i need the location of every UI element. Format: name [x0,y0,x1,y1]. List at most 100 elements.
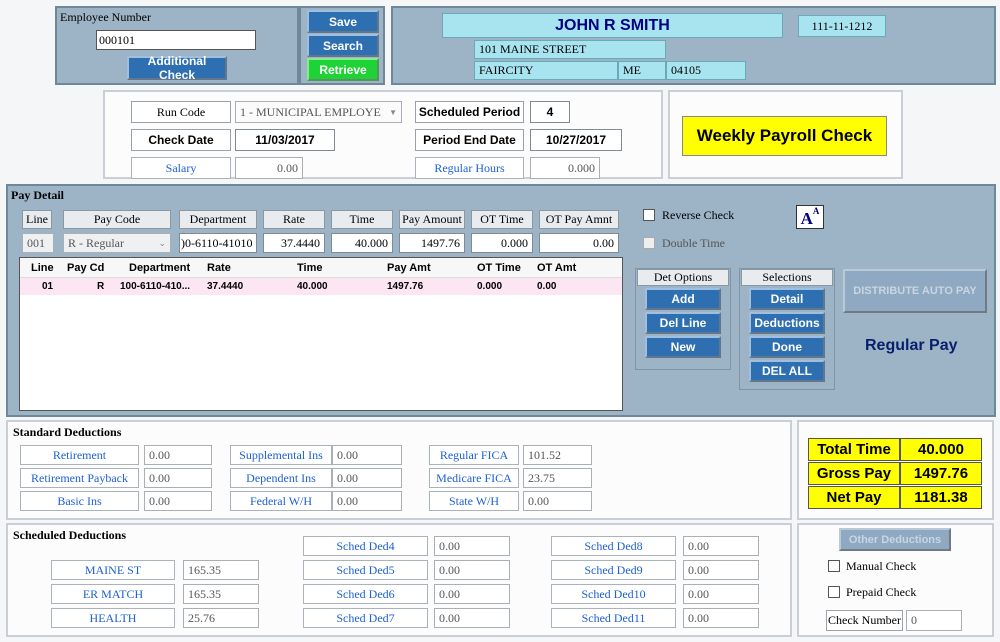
salary-value[interactable]: 0.00 [235,157,303,179]
employee-number-label: Employee Number [60,10,151,24]
prepaid-check-label: Prepaid Check [846,585,917,599]
selections-title: Selections [741,269,833,286]
chevron-down-icon: ▼ [389,107,397,117]
distribute-auto-pay-button[interactable]: DISTRIBUTE AUTO PAY [843,269,987,313]
er-match-value[interactable]: 165.35 [183,584,259,604]
sched-ded4-label: Sched Ded4 [303,536,428,556]
scheduled-period-value[interactable]: 4 [530,101,570,123]
edit-ot-time-input[interactable]: 0.000 [471,233,533,253]
deductions-button[interactable]: Deductions [749,312,825,334]
retirement-value[interactable]: 0.00 [144,445,212,465]
grid-header-ot-time: OT Time [477,262,521,274]
retirement-label: Retirement [20,445,139,465]
gross-pay-label: Gross Pay [808,462,900,485]
run-code-select[interactable]: 1 - MUNICIPAL EMPLOYE ▼ [235,101,402,123]
gross-pay-value: 1497.76 [900,462,982,485]
done-button[interactable]: Done [749,336,825,358]
manual-check-checkbox[interactable] [828,560,840,572]
basic-ins-label: Basic Ins [20,491,139,511]
grid-header-time: Time [297,262,323,274]
sched-ded9-value[interactable]: 0.00 [683,560,759,580]
sched-ded7-value[interactable]: 0.00 [434,608,510,628]
edit-pay-amount-input[interactable]: 1497.76 [399,233,465,253]
check-number-value[interactable]: 0 [906,610,962,631]
sched-ded11-value[interactable]: 0.00 [683,608,759,628]
add-line-button[interactable]: Add [645,288,721,310]
basic-ins-value[interactable]: 0.00 [144,491,212,511]
edit-department-input[interactable]: )0-6110-41010 [179,233,257,253]
dependent-ins-label: Dependent Ins [230,468,332,488]
edit-time-input[interactable]: 40.000 [331,233,393,253]
employee-ssn: 111-11-1212 [798,15,886,37]
salary-label: Salary [131,157,231,179]
reverse-check-checkbox[interactable] [643,209,655,221]
total-time-label: Total Time [808,438,900,461]
col-header-pay-code: Pay Code [63,210,171,229]
check-date-label: Check Date [131,129,231,151]
state-wh-value[interactable]: 0.00 [523,491,592,511]
save-button[interactable]: Save [307,10,379,33]
regular-fica-value[interactable]: 101.52 [523,445,592,465]
del-line-button[interactable]: Del Line [645,312,721,334]
grid-header-pay-amt: Pay Amt [387,262,431,274]
edit-pay-code-select[interactable]: R - Regular ⌄ [63,233,171,253]
retirement-payback-label: Retirement Payback [20,468,139,488]
row-rate: 37.4440 [207,281,244,292]
period-end-date-value[interactable]: 10/27/2017 [530,129,622,151]
regular-hours-value[interactable]: 0.000 [530,157,600,179]
grid-header-department: Department [129,262,191,274]
edit-pay-code-value: R - Regular [68,235,124,250]
retirement-payback-value[interactable]: 0.00 [144,468,212,488]
grid-header-rate: Rate [207,262,231,274]
supplemental-ins-value[interactable]: 0.00 [332,445,402,465]
maine-st-value[interactable]: 165.35 [183,560,259,580]
font-size-icon[interactable]: AA [796,205,824,229]
supplemental-ins-label: Supplemental Ins [230,445,332,465]
sched-ded5-value[interactable]: 0.00 [434,560,510,580]
run-code-value: 1 - MUNICIPAL EMPLOYE [240,104,381,119]
edit-line-input[interactable]: 001 [22,233,54,253]
del-all-button[interactable]: DEL ALL [749,360,825,382]
col-header-rate: Rate [263,210,325,229]
row-pay-cd: R [97,281,105,292]
col-header-pay-amount: Pay Amount [399,210,465,229]
retrieve-button[interactable]: Retrieve [307,58,379,81]
edit-ot-pay-amnt-input[interactable]: 0.00 [539,233,619,253]
check-number-label: Check Number [826,610,903,631]
reverse-check-label: Reverse Check [662,208,735,222]
medicare-fica-value[interactable]: 23.75 [523,468,592,488]
prepaid-check-checkbox[interactable] [828,586,840,598]
sched-ded6-value[interactable]: 0.00 [434,584,510,604]
run-code-label: Run Code [131,101,231,123]
search-button[interactable]: Search [307,34,379,57]
row-department: 100-6110-410... [120,281,191,292]
period-end-date-label: Period End Date [415,129,524,151]
health-value[interactable]: 25.76 [183,608,259,628]
check-date-value[interactable]: 11/03/2017 [235,129,335,151]
edit-rate-input[interactable]: 37.4440 [263,233,325,253]
state-wh-label: State W/H [429,491,519,511]
sched-ded4-value[interactable]: 0.00 [434,536,510,556]
det-options-title: Det Options [637,269,729,286]
row-ot-amt: 0.00 [537,281,557,292]
sched-ded8-value[interactable]: 0.00 [683,536,759,556]
other-deductions-button[interactable]: Other Deductions [839,528,951,551]
dependent-ins-value[interactable]: 0.00 [332,468,402,488]
sched-ded10-label: Sched Ded10 [551,584,676,604]
additional-check-button[interactable]: Additional Check [127,54,227,82]
federal-wh-label: Federal W/H [230,491,332,511]
manual-check-label: Manual Check [846,559,917,573]
employee-number-input[interactable] [96,30,256,50]
double-time-checkbox[interactable] [643,237,655,249]
pay-detail-title: Pay Detail [11,188,64,202]
sched-ded10-value[interactable]: 0.00 [683,584,759,604]
net-pay-label: Net Pay [808,486,900,509]
grid-header-pay-cd: Pay Cd [67,262,105,274]
detail-button[interactable]: Detail [749,288,825,310]
employee-zip: 04105 [666,61,746,80]
new-line-button[interactable]: New [645,336,721,358]
er-match-label: ER MATCH [51,584,175,604]
federal-wh-value[interactable]: 0.00 [332,491,402,511]
maine-st-label: MAINE ST [51,560,175,580]
employee-city: FAIRCITY [474,61,618,80]
